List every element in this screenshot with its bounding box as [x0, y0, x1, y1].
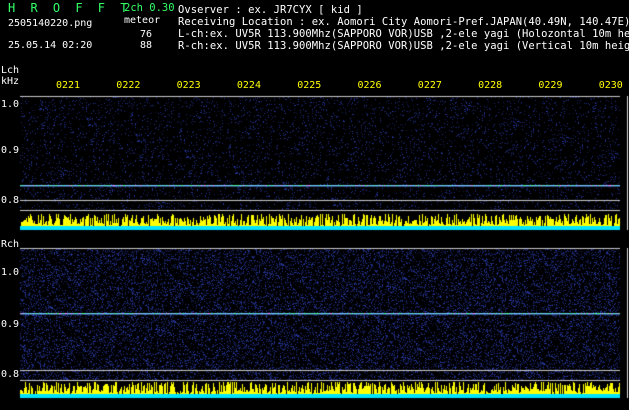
time-tick-label: 0223	[176, 80, 201, 91]
lch-frequency-label: 0.9	[1, 145, 20, 156]
lch-frequency-label: 1.0	[1, 99, 20, 110]
time-tick-label: 0226	[357, 80, 382, 91]
time-tick-label: 0221	[56, 80, 81, 91]
lch-description: L-ch:ex. UV5R 113.900Mhz(SAPPORO VOR)USB…	[178, 28, 629, 40]
time-tick-label: 0224	[236, 80, 261, 91]
location-line: Receiving Location : ex. Aomori City Aom…	[178, 16, 629, 28]
rch-label: Rch	[1, 239, 20, 250]
time-tick-label: 0225	[297, 80, 322, 91]
rch-description: R-ch:ex. UV5R 113.900Mhz(SAPPORO VOR)USB…	[178, 40, 629, 52]
observer-line: Ovserver : ex. JR7CYX [ kid ]	[178, 4, 363, 16]
left-count: 76	[140, 29, 153, 40]
rch-frequency-label: 0.8	[1, 369, 20, 380]
waterfall-spectrogram	[0, 0, 629, 410]
time-tick-label: 0222	[116, 80, 141, 91]
app-logo: H R O F F T	[8, 1, 132, 15]
rch-frequency-label: 0.9	[1, 319, 20, 330]
time-tick-label: 0228	[478, 80, 503, 91]
time-tick-label: 0229	[538, 80, 563, 91]
mode-label: meteor	[124, 15, 161, 26]
rch-frequency-label: 1.0	[1, 267, 20, 278]
filename-label: 2505140220.png	[8, 18, 93, 29]
right-count: 88	[140, 40, 153, 51]
time-tick-label: 0227	[417, 80, 442, 91]
lch-frequency-label: 0.8	[1, 195, 20, 206]
timestamp: 25.05.14 02:20	[8, 40, 93, 51]
time-tick-label: 0230	[598, 80, 623, 91]
khz-label: kHz	[1, 76, 20, 87]
lch-label: Lch	[1, 65, 20, 76]
hrofft-screen: H R O F F T 2ch 0.30 2505140220.png mete…	[0, 0, 629, 410]
channel-info: 2ch 0.30	[124, 2, 175, 14]
